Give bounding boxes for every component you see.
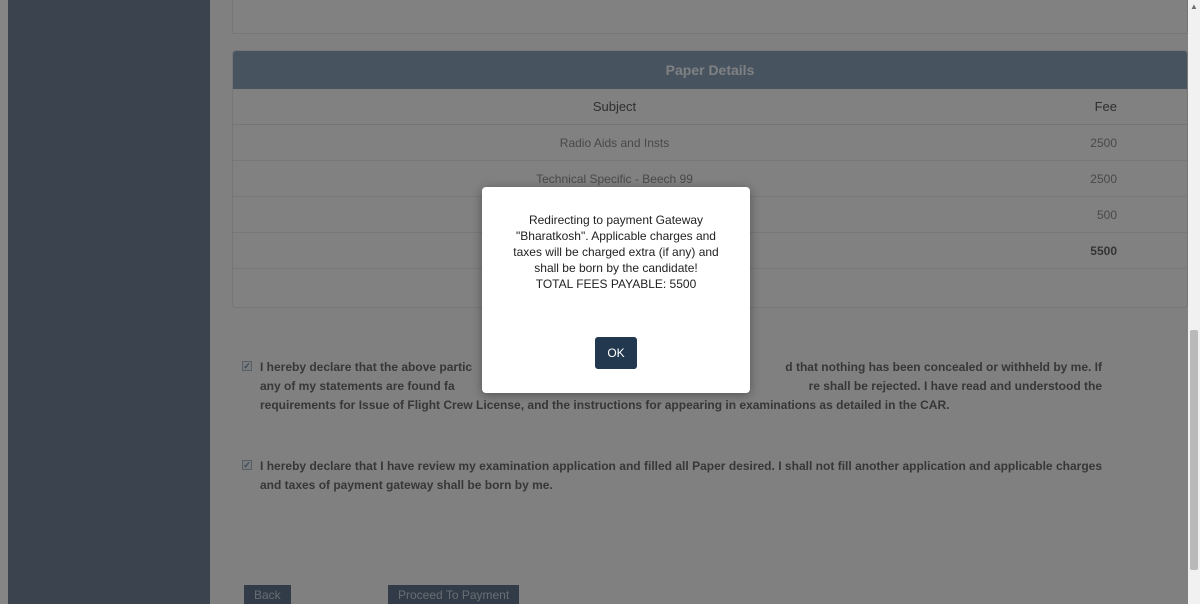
ok-button[interactable]: OK	[595, 337, 637, 369]
dialog-message: Redirecting to payment Gateway "Bharatko…	[506, 212, 726, 292]
dialog-total-fees: TOTAL FEES PAYABLE: 5500	[535, 277, 697, 291]
dialog-message-line: shall be born by the candidate!	[534, 261, 698, 275]
page: Paper Details Subject Fee Radio Aids and…	[0, 0, 1200, 604]
scroll-up-arrow-icon[interactable]: ▲	[1188, 0, 1200, 12]
scroll-thumb[interactable]	[1190, 330, 1198, 570]
scrollbar[interactable]: ▲	[1188, 0, 1200, 604]
dialog-message-line: "Bharatkosh". Applicable charges and	[516, 229, 716, 243]
dialog-message-line: taxes will be charged extra (if any) and	[513, 245, 719, 259]
dialog-message-line: Redirecting to payment Gateway	[528, 213, 704, 227]
payment-redirect-dialog: Redirecting to payment Gateway "Bharatko…	[482, 187, 750, 393]
